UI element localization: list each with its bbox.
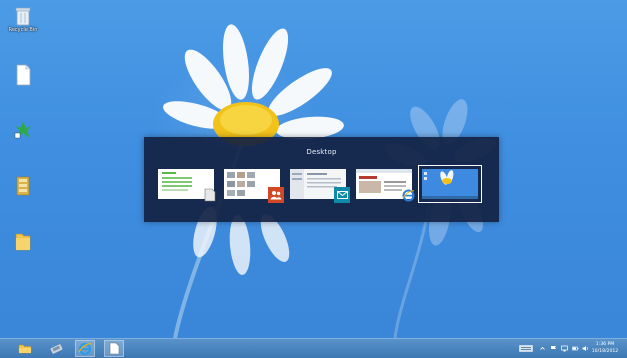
system-clock[interactable]: 1:36 PM 10/18/2012 — [587, 341, 623, 355]
thumb-desktop[interactable] — [418, 165, 482, 203]
folder-icon — [15, 233, 31, 251]
desktop-icon-document[interactable] — [4, 64, 42, 86]
app-shortcut-icon — [14, 122, 31, 139]
taskbar: 1:36 PM 10/18/2012 — [0, 338, 627, 358]
flag-icon[interactable] — [550, 345, 557, 352]
network-icon[interactable] — [561, 345, 568, 352]
chevron-up-icon[interactable] — [540, 345, 545, 352]
desktop-icon-folder-shortcut[interactable] — [4, 175, 42, 197]
thumb-window-4[interactable] — [356, 169, 414, 201]
desktop-preview — [422, 169, 478, 199]
clock-time: 1:36 PM — [595, 342, 615, 347]
window-switcher: Desktop — [144, 137, 499, 222]
switcher-title: Desktop — [306, 148, 337, 156]
people-icon — [268, 187, 284, 203]
desktop-icon-folder[interactable] — [4, 230, 42, 252]
internet-explorer-icon — [400, 187, 416, 203]
taskbar-document-button[interactable] — [104, 340, 124, 357]
thumb-window-3[interactable] — [290, 169, 350, 203]
desktop-icon-app-shortcut[interactable] — [4, 120, 42, 140]
mail-icon — [334, 187, 350, 203]
taskbar-internet-explorer-button[interactable] — [75, 340, 95, 357]
document-icon — [16, 64, 31, 86]
thumb-window-1[interactable] — [158, 169, 216, 202]
recycle-bin-icon — [15, 7, 31, 26]
file-explorer-icon — [18, 344, 32, 354]
app-icon — [50, 344, 62, 354]
document-icon — [202, 187, 218, 203]
desktop-icon-recycle-bin[interactable]: Recycle Bin — [4, 6, 42, 33]
taskbar-app-button[interactable] — [46, 340, 66, 357]
clock-date: 10/18/2012 — [591, 349, 619, 354]
document-icon — [109, 342, 119, 355]
keyboard-icon[interactable] — [519, 345, 533, 352]
taskbar-file-explorer-button[interactable] — [15, 340, 35, 357]
battery-icon[interactable] — [572, 345, 579, 352]
thumb-window-2[interactable] — [224, 169, 284, 203]
folder-shortcut-icon — [16, 176, 30, 196]
internet-explorer-icon — [78, 342, 92, 355]
recycle-bin-label: Recycle Bin — [8, 27, 38, 33]
